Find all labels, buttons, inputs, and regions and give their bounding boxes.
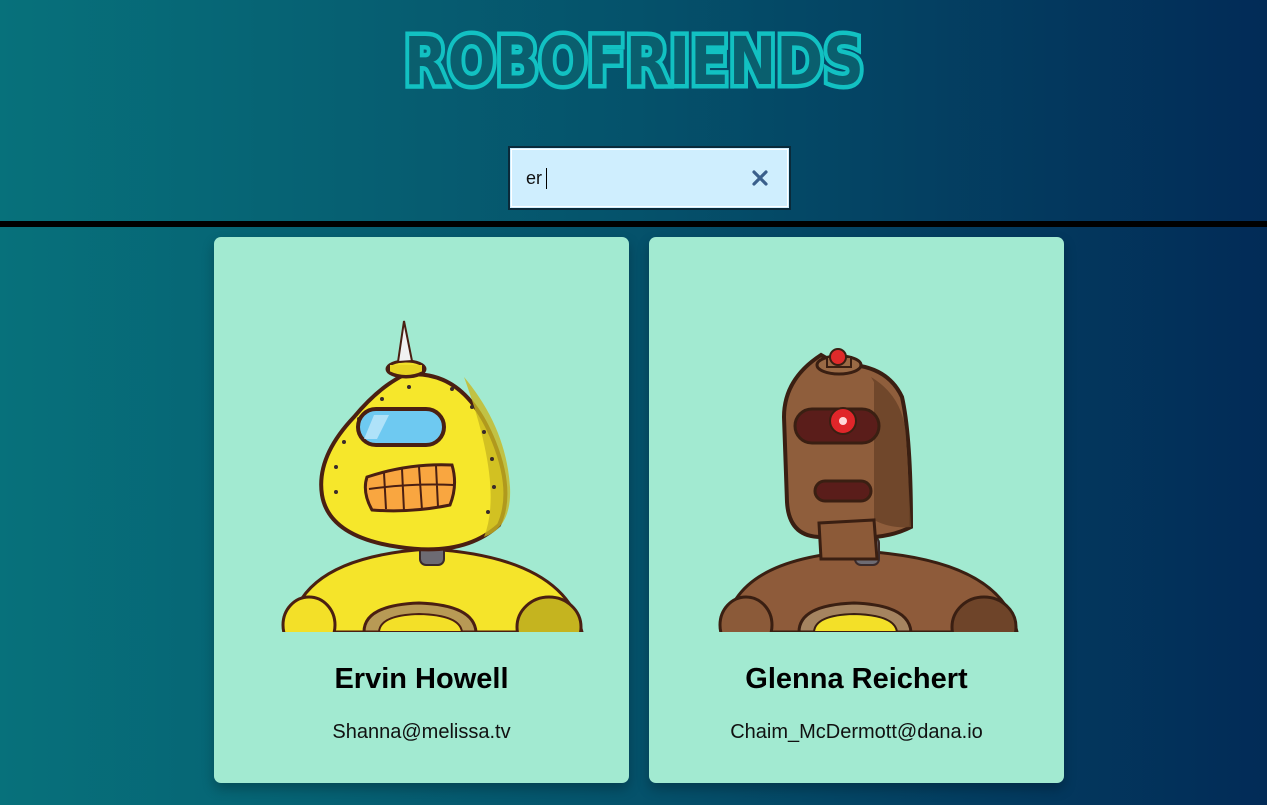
page-header: ROBOFRIENDS ROBOFRIENDS (0, 0, 1267, 221)
search-box[interactable] (508, 146, 791, 210)
yellow-robot-avatar (281, 320, 584, 632)
text-caret (546, 168, 547, 189)
robot-card[interactable]: Glenna Reichert Chaim_McDermott@dana.io (649, 237, 1064, 783)
robot-email: Chaim_McDermott@dana.io (730, 721, 983, 743)
brown-robot-avatar (718, 348, 1019, 632)
robot-name: Glenna Reichert (745, 663, 968, 695)
robot-card[interactable]: Ervin Howell Shanna@melissa.tv (214, 237, 629, 783)
clear-search-button[interactable] (749, 167, 771, 189)
close-icon (752, 170, 768, 186)
search-input[interactable] (526, 148, 726, 208)
app-title-wrap: ROBOFRIENDS ROBOFRIENDS (0, 22, 1267, 102)
robot-email: Shanna@melissa.tv (332, 721, 511, 743)
header-divider (0, 221, 1267, 227)
app-title: ROBOFRIENDS ROBOFRIENDS (399, 22, 868, 102)
app-title-text: ROBOFRIENDS (404, 23, 864, 100)
robot-card-list: Ervin Howell Shanna@melissa.tv Glenna Re… (0, 237, 1267, 797)
robot-name: Ervin Howell (334, 663, 509, 695)
